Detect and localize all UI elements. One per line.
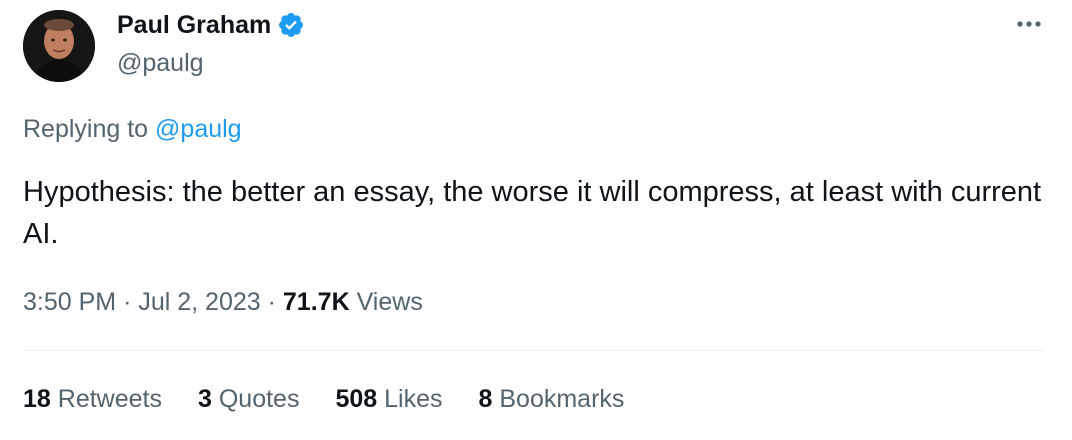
views-count[interactable]: 71.7K bbox=[283, 288, 350, 316]
views-label[interactable]: Views bbox=[357, 288, 423, 316]
likes-stat[interactable]: 508 Likes bbox=[335, 382, 442, 416]
more-horizontal-icon[interactable] bbox=[1014, 14, 1044, 34]
meta-separator: · bbox=[267, 288, 276, 316]
tweet-time[interactable]: 3:50 PM bbox=[23, 288, 116, 316]
stat-count: 18 bbox=[23, 385, 51, 413]
stat-count: 8 bbox=[478, 385, 493, 413]
tweet-text: Hypothesis: the better an essay, the wor… bbox=[23, 176, 1042, 250]
quotes-stat[interactable]: 3 Quotes bbox=[198, 382, 299, 416]
author-name-row: Paul Graham bbox=[117, 8, 305, 42]
avatar-image bbox=[23, 10, 95, 82]
stat-count: 508 bbox=[335, 385, 378, 413]
verified-badge-icon bbox=[277, 11, 305, 39]
tweet: Paul Graham @paulg Replying to @paulg Hy… bbox=[0, 0, 1072, 440]
meta-separator: · bbox=[123, 288, 132, 316]
stat-label: Quotes bbox=[218, 385, 300, 413]
reply-mention-link[interactable]: @paulg bbox=[155, 115, 242, 143]
divider bbox=[23, 350, 1045, 351]
retweets-stat[interactable]: 18 Retweets bbox=[23, 382, 162, 416]
stat-label: Bookmarks bbox=[499, 385, 625, 413]
author-display-name[interactable]: Paul Graham bbox=[117, 8, 271, 42]
tweet-date[interactable]: Jul 2, 2023 bbox=[138, 288, 260, 316]
replying-to: Replying to @paulg bbox=[23, 112, 242, 146]
stat-count: 3 bbox=[197, 385, 212, 413]
stat-label: Retweets bbox=[57, 385, 162, 413]
author-handle[interactable]: @paulg bbox=[117, 46, 204, 80]
avatar[interactable] bbox=[23, 10, 95, 82]
replying-to-label: Replying to bbox=[23, 115, 149, 143]
bookmarks-stat[interactable]: 8 Bookmarks bbox=[479, 382, 625, 416]
tweet-meta: 3:50 PM · Jul 2, 2023 · 71.7K Views bbox=[23, 285, 423, 319]
stat-label: Likes bbox=[384, 385, 443, 413]
engagement-stats: 18 Retweets 3 Quotes 508 Likes 8 Bookmar… bbox=[23, 382, 624, 416]
